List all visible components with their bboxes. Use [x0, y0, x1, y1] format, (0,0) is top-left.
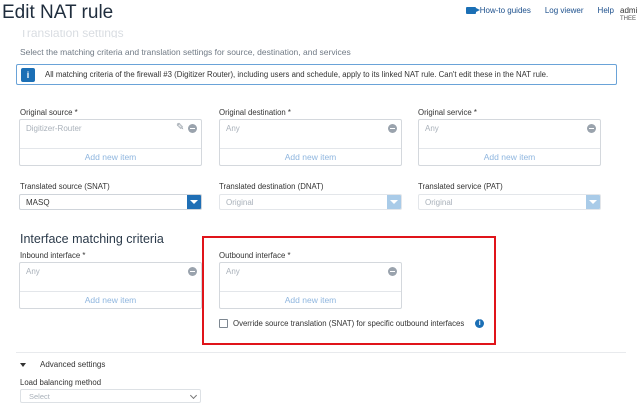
remove-icon[interactable]	[188, 124, 197, 133]
original-destination-value: Any	[226, 124, 240, 133]
original-service-box: Any Add new item	[418, 119, 601, 166]
inbound-interface-value: Any	[26, 267, 40, 276]
chevron-down-icon[interactable]	[387, 195, 401, 209]
load-balancing-select[interactable]: Select	[20, 389, 201, 403]
help-link[interactable]: Help	[598, 6, 614, 15]
original-source-value: Digitizer-Router	[26, 124, 82, 133]
chevron-down-icon	[20, 362, 26, 367]
chevron-down-icon[interactable]	[187, 195, 201, 209]
inbound-interface-label: Inbound interface *	[20, 251, 86, 260]
translated-source-label: Translated source (SNAT)	[20, 182, 110, 191]
original-destination-label: Original destination *	[219, 108, 291, 117]
advanced-settings-toggle[interactable]: Advanced settings	[20, 360, 105, 369]
translated-destination-value: Original	[226, 198, 254, 207]
pencil-icon[interactable]: ✎	[176, 123, 186, 133]
chevron-down-icon[interactable]	[586, 195, 600, 209]
interface-section-heading: Interface matching criteria	[20, 232, 164, 246]
highlight-annotation	[202, 236, 496, 345]
translated-destination-select[interactable]: Original	[219, 194, 402, 210]
info-banner: i All matching criteria of the firewall …	[16, 64, 617, 85]
how-to-guides-label: How-to guides	[479, 6, 531, 15]
how-to-guides-link[interactable]: How-to guides	[465, 6, 531, 15]
remove-icon[interactable]	[188, 267, 197, 276]
add-original-destination-button[interactable]: Add new item	[220, 148, 401, 165]
translated-destination-label: Translated destination (DNAT)	[219, 182, 324, 191]
original-source-label: Original source *	[20, 108, 78, 117]
advanced-settings-label: Advanced settings	[40, 360, 106, 369]
section-description: Select the matching criteria and transla…	[20, 47, 351, 57]
translated-service-value: Original	[425, 198, 453, 207]
info-icon: i	[21, 67, 35, 82]
translated-service-label: Translated service (PAT)	[418, 182, 503, 191]
divider	[16, 352, 626, 353]
video-icon	[465, 7, 480, 14]
translated-source-select[interactable]: MASQ	[19, 194, 202, 210]
page-header: Edit NAT rule How-to guides Log viewer H…	[0, 0, 640, 30]
top-links: How-to guides Log viewer Help	[465, 6, 614, 15]
remove-icon[interactable]	[587, 124, 596, 133]
load-balancing-label: Load balancing method	[20, 378, 102, 387]
load-balancing-value: Select	[29, 392, 50, 401]
translated-service-select[interactable]: Original	[418, 194, 601, 210]
add-original-service-button[interactable]: Add new item	[419, 148, 600, 165]
chevron-down-icon	[189, 391, 198, 400]
log-viewer-link[interactable]: Log viewer	[545, 6, 584, 15]
original-source-box: Digitizer-Router ✎ Add new item	[19, 119, 202, 166]
info-banner-text: All matching criteria of the firewall #3…	[45, 70, 549, 79]
remove-icon[interactable]	[388, 124, 397, 133]
translated-source-value: MASQ	[26, 198, 50, 207]
page-title: Edit NAT rule	[2, 2, 114, 23]
tenant-name: THEE	[620, 16, 637, 22]
add-inbound-interface-button[interactable]: Add new item	[20, 291, 201, 308]
section-title: Translation settings	[20, 30, 124, 38]
add-original-source-button[interactable]: Add new item	[20, 148, 201, 165]
user-menu[interactable]: admi THEE	[620, 6, 640, 24]
original-destination-box: Any Add new item	[219, 119, 402, 166]
user-name: admi	[620, 6, 638, 15]
inbound-interface-box: Any Add new item	[19, 262, 202, 309]
original-service-label: Original service *	[418, 108, 477, 117]
original-service-value: Any	[425, 124, 439, 133]
